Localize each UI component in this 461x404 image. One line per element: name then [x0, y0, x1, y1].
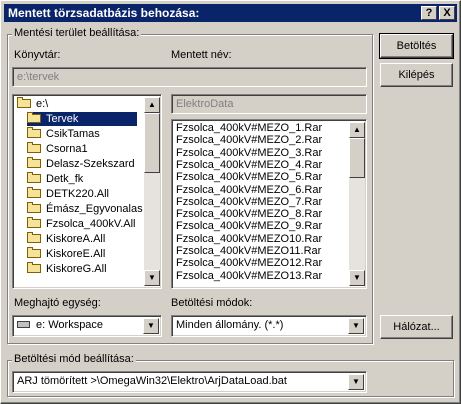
folder-icon	[27, 157, 41, 168]
scroll-down-icon[interactable]: ▼	[349, 270, 365, 286]
folder-item[interactable]: Fzsolca_400kV.All	[27, 217, 142, 231]
file-item[interactable]: Fzsolca_400kV#MEZO13.Rar	[176, 270, 322, 282]
folder-label: Tervek	[46, 113, 79, 125]
filename-value: ElektroData	[176, 98, 234, 110]
scroll-up-icon[interactable]: ▲	[349, 122, 365, 138]
help-button[interactable]: ?	[421, 6, 437, 20]
directory-path-field: e:\tervek	[12, 67, 367, 87]
folder-icon	[27, 247, 41, 258]
folder-icon	[27, 202, 41, 213]
exit-button[interactable]: Kilépés	[380, 63, 453, 87]
folder-label: Detk_fk	[46, 173, 84, 185]
drive-text: e: Workspace	[36, 319, 104, 331]
file-item[interactable]: Fzsolca_400kV#MEZO_2.Rar	[176, 134, 322, 146]
drive-icon	[17, 321, 30, 328]
load-button[interactable]: Betöltés	[379, 33, 454, 59]
folder-label: KiskoreG.All	[46, 263, 107, 275]
folder-icon	[27, 217, 41, 228]
folder-item[interactable]: Émász_Egyvonalas	[27, 202, 143, 216]
folder-icon	[27, 142, 41, 153]
file-scrollbar[interactable]: ▲ ▼	[349, 122, 365, 286]
file-item[interactable]: Fzsolca_400kV#MEZO_5.Rar	[176, 171, 322, 183]
directory-label: Könyvtár:	[14, 49, 61, 61]
scroll-down-icon[interactable]: ▼	[144, 270, 160, 286]
file-item[interactable]: Fzsolca_400kV#MEZO_3.Rar	[176, 147, 322, 159]
file-item[interactable]: Fzsolca_400kV#MEZO_4.Rar	[176, 159, 322, 171]
network-button[interactable]: Hálózat...	[380, 315, 453, 339]
load-method-select[interactable]: ARJ tömörített >\OmegaWin32\Elektro\ArjD…	[12, 371, 367, 393]
folder-label: Émász_Egyvonalas	[46, 203, 143, 215]
folder-label: Csorna1	[46, 143, 88, 155]
folder-scrollbar[interactable]: ▲ ▼	[144, 97, 160, 286]
window-title: Mentett törzsadatbázis behozása:	[8, 6, 200, 20]
folder-label: KiskoreE.All	[46, 248, 106, 260]
file-item[interactable]: Fzsolca_400kV#MEZO10.Rar	[176, 233, 322, 245]
folder-label: Fzsolca_400kV.All	[46, 218, 136, 230]
load-mode-group-legend: Betöltési mód beállítása:	[12, 353, 136, 365]
chevron-down-icon[interactable]: ▼	[143, 318, 159, 334]
file-item[interactable]: Fzsolca_400kV#MEZO11.Rar	[176, 245, 321, 257]
folder-item[interactable]: Tervek	[27, 112, 137, 126]
file-item[interactable]: Fzsolca_400kV#MEZO_1.Rar	[176, 122, 322, 134]
folder-icon	[27, 127, 41, 138]
load-mode-value: Minden állomány. (*.*)	[176, 319, 284, 331]
file-item[interactable]: Fzsolca_400kV#MEZO_6.Rar	[176, 184, 322, 196]
load-mode-select[interactable]: Minden állomány. (*.*) ▼	[171, 315, 367, 337]
folder-icon	[27, 187, 41, 198]
chevron-down-icon[interactable]: ▼	[348, 318, 364, 334]
folder-icon	[27, 172, 41, 183]
scroll-thumb[interactable]	[144, 113, 160, 173]
save-settings-legend: Mentési terület beállítása:	[12, 27, 142, 39]
close-button[interactable]: X	[439, 6, 455, 20]
file-item[interactable]: Fzsolca_400kV#MEZO_7.Rar	[176, 196, 322, 208]
folder-icon	[27, 232, 41, 243]
folder-item[interactable]: Csorna1	[27, 142, 142, 156]
chevron-down-icon[interactable]: ▼	[348, 374, 364, 390]
load-mode-label: Betöltési módok:	[171, 297, 253, 309]
drive-select[interactable]: e: Workspace ▼	[12, 315, 162, 337]
folder-icon	[27, 262, 41, 273]
folder-item[interactable]: CsikTamas	[27, 127, 142, 141]
folder-item[interactable]: Delasz-Szekszard	[27, 157, 142, 171]
directory-path-value: e:\tervek	[17, 71, 60, 83]
folder-item[interactable]: e:\	[17, 97, 132, 111]
folder-label: CsikTamas	[46, 128, 100, 140]
folder-item[interactable]: KiskoreE.All	[27, 247, 142, 261]
dialog-window: Mentett törzsadatbázis behozása: ? X Men…	[0, 0, 461, 404]
folder-item[interactable]: DETK220.All	[27, 187, 142, 201]
folder-label: Delasz-Szekszard	[46, 158, 135, 170]
drive-label: Meghajtó egység:	[14, 297, 101, 309]
folder-item[interactable]: KiskoreA.All	[27, 232, 142, 246]
scroll-thumb[interactable]	[349, 138, 365, 178]
saved-name-label: Mentett név:	[171, 49, 232, 61]
file-item[interactable]: Fzsolca_400kV#MEZO_8.Rar	[176, 208, 322, 220]
scroll-up-icon[interactable]: ▲	[144, 97, 160, 113]
folder-label: e:\	[36, 98, 49, 110]
file-item[interactable]: Fzsolca_400kV#MEZO_9.Rar	[176, 220, 322, 232]
folder-list[interactable]: e:\ Tervek CsikTamas Csorna1 Delasz-Szekszar…	[12, 94, 162, 289]
folder-label: KiskoreA.All	[46, 233, 106, 245]
drive-value: e: Workspace	[17, 319, 103, 331]
open-folder-icon	[17, 97, 31, 108]
open-folder-icon	[27, 112, 41, 123]
file-list[interactable]: Fzsolca_400kV#MEZO_1.Rar Fzsolca_400kV#ME…	[171, 119, 367, 289]
filename-field[interactable]: ElektroData	[171, 94, 367, 114]
file-item[interactable]: Fzsolca_400kV#MEZO12.Rar	[176, 257, 322, 269]
title-bar: Mentett törzsadatbázis behozása: ? X	[4, 4, 457, 22]
folder-item[interactable]: KiskoreG.All	[27, 262, 142, 276]
folder-item[interactable]: Detk_fk	[27, 172, 142, 186]
folder-label: DETK220.All	[46, 188, 109, 200]
load-method-value: ARJ tömörített >\OmegaWin32\Elektro\ArjD…	[17, 375, 287, 387]
